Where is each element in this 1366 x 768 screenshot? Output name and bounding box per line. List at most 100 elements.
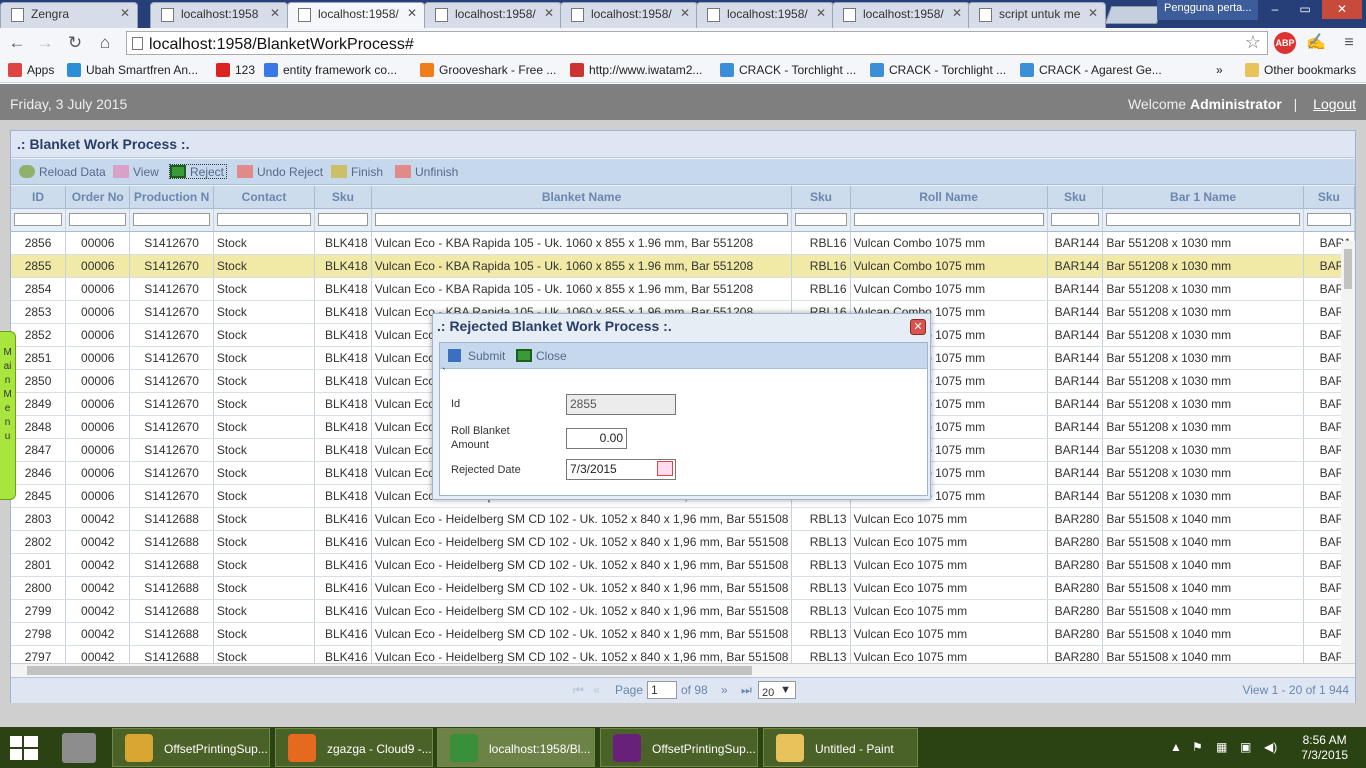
browser-tab[interactable]: localhost:1958 ✕ <box>150 2 288 28</box>
next-page-icon[interactable]: » <box>721 683 728 697</box>
taskbar-item[interactable]: localhost:1958/Bl... <box>437 728 595 767</box>
reject-button[interactable]: Reject <box>169 164 228 179</box>
column-header[interactable]: Sku <box>1047 186 1104 209</box>
filter-input[interactable] <box>216 213 312 226</box>
bookmarks-more[interactable]: » <box>1216 63 1223 77</box>
browser-user-badge[interactable]: Pengguna perta... <box>1157 0 1259 20</box>
table-row[interactable]: 2800 00042 S1412688 Stock BLK416 Vulcan Eco -… <box>11 576 1355 600</box>
vertical-scroll-thumb[interactable] <box>1344 249 1352 289</box>
new-tab-button[interactable] <box>1104 6 1164 24</box>
table-row[interactable]: 2856 00006 S1412670 Stock BLK418 Vulcan Eco -… <box>11 231 1355 255</box>
maximize-icon[interactable]: ▭ <box>1292 0 1318 19</box>
bookmark-item[interactable]: CRACK - Torchlight ... <box>720 63 856 77</box>
page-number-input[interactable]: 1 <box>647 681 677 699</box>
column-header[interactable]: Contact <box>213 186 316 209</box>
filter-input[interactable] <box>133 213 210 226</box>
finish-button[interactable]: Finish <box>331 165 383 179</box>
horizontal-scrollbar[interactable] <box>11 663 1355 677</box>
address-bar[interactable]: localhost:1958/BlanketWorkProcess# ☆ <box>126 31 1268 55</box>
table-row[interactable]: 2802 00042 S1412688 Stock BLK416 Vulcan Eco -… <box>11 530 1355 554</box>
calendar-icon[interactable] <box>657 461 673 476</box>
table-row[interactable]: 2797 00042 S1412688 Stock BLK416 Vulcan Eco -… <box>11 645 1355 663</box>
tab-close-icon[interactable]: ✕ <box>544 6 554 20</box>
close-button[interactable]: Close <box>516 349 567 363</box>
undo-reject-button[interactable]: Undo Reject <box>237 165 323 179</box>
tools-icon[interactable] <box>62 733 96 763</box>
bookmark-item[interactable]: CRACK - Torchlight ... <box>870 63 1006 77</box>
column-header[interactable]: ID <box>11 186 67 209</box>
table-row[interactable]: 2854 00006 S1412670 Stock BLK418 Vulcan Eco -… <box>11 277 1355 301</box>
bookmark-item[interactable]: Ubah Smartfren An... <box>67 63 198 77</box>
last-page-icon[interactable]: ⏭ <box>741 683 752 698</box>
network-icon[interactable]: ▦ <box>1216 740 1227 754</box>
reload-icon[interactable]: ↻ <box>64 32 86 54</box>
forward-icon[interactable]: → <box>34 32 56 54</box>
volume-icon[interactable]: ◀) <box>1264 740 1277 754</box>
device-icon[interactable]: ▣ <box>1240 740 1251 754</box>
column-header[interactable]: Production N <box>129 186 214 209</box>
main-menu-tab[interactable]: Main Menu <box>0 331 16 500</box>
column-header[interactable]: Bar 1 Name <box>1102 186 1304 209</box>
column-header[interactable]: Blanket Name <box>371 186 793 209</box>
table-row[interactable]: 2801 00042 S1412688 Stock BLK416 Vulcan Eco -… <box>11 553 1355 577</box>
filter-input[interactable] <box>1306 213 1351 226</box>
browser-tab[interactable]: localhost:1958/ ✕ <box>832 2 970 28</box>
table-row[interactable]: 2855 00006 S1412670 Stock BLK418 Vulcan Eco -… <box>11 254 1355 278</box>
bookmark-item[interactable]: http://www.iwatam2... <box>570 63 702 77</box>
column-header[interactable]: Sku <box>314 186 372 209</box>
reload-data-button[interactable]: Reload Data <box>19 165 106 179</box>
bookmark-item[interactable]: Apps <box>8 63 54 77</box>
menu-icon[interactable]: ≡ <box>1338 32 1360 54</box>
dialog-close-icon[interactable]: ✕ <box>910 319 926 335</box>
rows-per-page-select[interactable]: 20 ▼ <box>758 681 796 699</box>
extension-icon[interactable]: ✍ <box>1305 32 1327 54</box>
bookmark-star-icon[interactable]: ☆ <box>1245 32 1261 53</box>
clock[interactable]: 8:56 AM 7/3/2015 <box>1301 733 1348 763</box>
column-header[interactable]: Sku <box>791 186 851 209</box>
vertical-scrollbar[interactable] <box>1341 241 1355 663</box>
adblock-icon[interactable]: ABP <box>1274 32 1296 54</box>
filter-input[interactable] <box>1106 213 1300 226</box>
window-close-icon[interactable]: ✕ <box>1322 0 1362 19</box>
other-bookmarks[interactable]: Other bookmarks <box>1245 63 1356 77</box>
bookmark-item[interactable]: CRACK - Agarest Ge... <box>1020 63 1162 77</box>
prev-page-icon[interactable]: « <box>593 683 600 697</box>
column-header[interactable]: Order No <box>65 186 131 209</box>
tab-close-icon[interactable]: ✕ <box>680 6 690 20</box>
table-row[interactable]: 2798 00042 S1412688 Stock BLK416 Vulcan Eco -… <box>11 622 1355 646</box>
tray-up-icon[interactable]: ▲ <box>1170 740 1182 754</box>
roll-blanket-amount-field[interactable]: 0.00 <box>566 428 627 449</box>
home-icon[interactable]: ⌂ <box>94 32 116 54</box>
taskbar-item[interactable]: Untitled - Paint <box>763 728 918 767</box>
bookmark-item[interactable]: 123 <box>216 63 255 77</box>
minimize-icon[interactable]: – <box>1262 0 1288 19</box>
tab-close-icon[interactable]: ✕ <box>120 6 130 20</box>
filter-input[interactable] <box>318 213 368 226</box>
taskbar-item[interactable]: zgazga - Cloud9 -... <box>275 728 433 767</box>
tab-close-icon[interactable]: ✕ <box>270 6 280 20</box>
browser-tab[interactable]: Zengra ✕ <box>0 2 138 28</box>
tab-close-icon[interactable]: ✕ <box>1088 6 1098 20</box>
filter-input[interactable] <box>1050 213 1100 226</box>
rejected-date-field[interactable]: 7/3/2015 <box>566 459 676 480</box>
browser-tab[interactable]: script untuk me ✕ <box>968 2 1106 28</box>
column-header[interactable]: Roll Name <box>850 186 1048 209</box>
browser-tab[interactable]: localhost:1958/ ✕ <box>287 2 425 28</box>
unfinish-button[interactable]: Unfinish <box>395 165 458 179</box>
id-field[interactable]: 2855 <box>566 394 676 415</box>
first-page-icon[interactable]: ⏮ <box>573 683 584 698</box>
windows-start-icon[interactable] <box>10 736 38 760</box>
browser-tab[interactable]: localhost:1958/ ✕ <box>424 2 562 28</box>
filter-input[interactable] <box>69 213 127 226</box>
tab-close-icon[interactable]: ✕ <box>816 6 826 20</box>
filter-input[interactable] <box>374 213 789 226</box>
filter-input[interactable] <box>14 213 63 226</box>
column-header[interactable]: Sku <box>1303 186 1355 209</box>
logout-link[interactable]: Logout <box>1313 96 1356 112</box>
table-row[interactable]: 2803 00042 S1412688 Stock BLK416 Vulcan Eco -… <box>11 507 1355 531</box>
taskbar-item[interactable]: OffsetPrintingSup... <box>112 728 270 767</box>
back-icon[interactable]: ← <box>6 32 28 54</box>
submit-button[interactable]: Submit <box>448 349 505 363</box>
tab-close-icon[interactable]: ✕ <box>407 6 417 20</box>
filter-input[interactable] <box>853 213 1044 226</box>
